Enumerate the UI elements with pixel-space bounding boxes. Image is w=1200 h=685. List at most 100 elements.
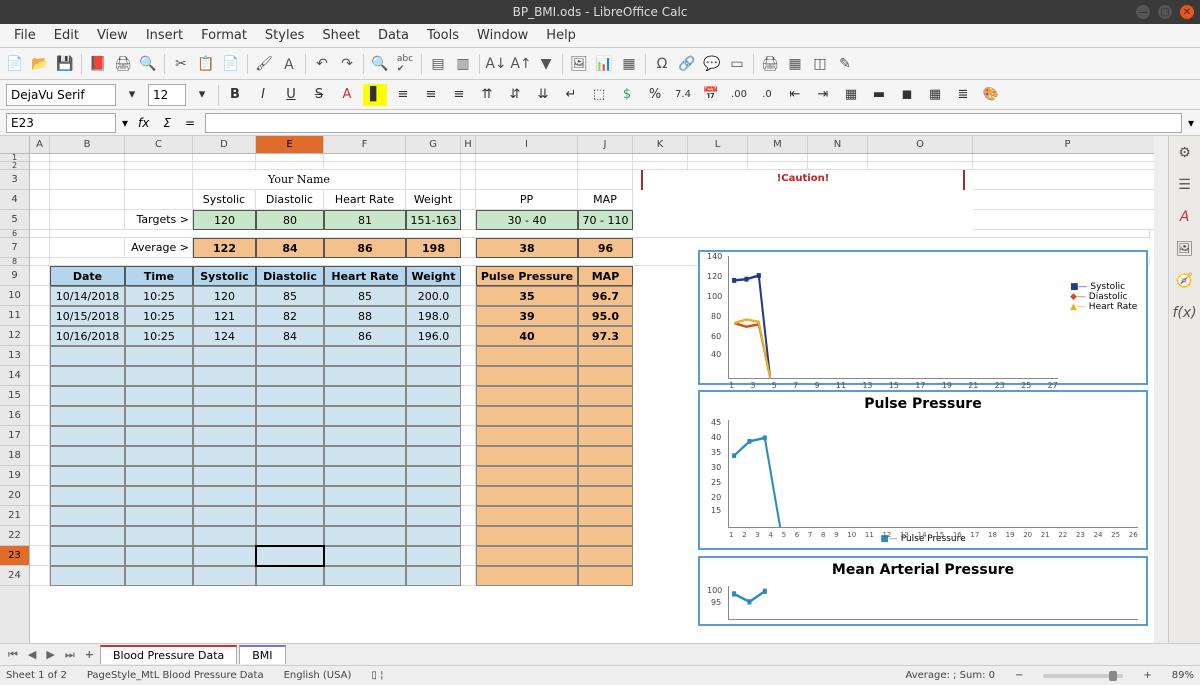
status-language[interactable]: English (USA): [284, 670, 352, 681]
cond-format-icon[interactable]: ≣: [951, 84, 975, 106]
col-icon[interactable]: ▥: [452, 53, 474, 75]
undo-icon[interactable]: ↶: [311, 53, 333, 75]
cellref-dropdown-icon[interactable]: ▾: [122, 116, 128, 130]
font-name-input[interactable]: [6, 84, 116, 106]
insert-chart-icon[interactable]: 📊: [593, 53, 615, 75]
cell-reference-input[interactable]: [6, 113, 116, 133]
add-decimal-icon[interactable]: .00: [727, 84, 751, 106]
menu-view[interactable]: View: [89, 26, 136, 45]
font-color-icon[interactable]: A: [335, 84, 359, 106]
spellcheck-icon[interactable]: abc✔: [394, 53, 416, 75]
menu-format[interactable]: Format: [193, 26, 255, 45]
chart-pp[interactable]: Pulse Pressure 45 40 35 30 25 20 15: [698, 390, 1148, 550]
sidebar-navigator-icon[interactable]: 🧭: [1174, 270, 1196, 292]
underline-button[interactable]: U: [279, 84, 303, 106]
align-mid-icon[interactable]: ⇵: [503, 84, 527, 106]
sum-icon[interactable]: Σ: [159, 116, 175, 130]
function-wizard-icon[interactable]: fx: [134, 116, 153, 130]
tab-add-icon[interactable]: +: [81, 648, 98, 661]
align-left-icon[interactable]: ≡: [391, 84, 415, 106]
print-preview-icon[interactable]: 🔍: [137, 53, 159, 75]
comment-icon[interactable]: 💬: [701, 53, 723, 75]
export-pdf-icon[interactable]: 📕: [87, 53, 109, 75]
autofilter-icon[interactable]: ▼: [535, 53, 557, 75]
sidebar-gallery-icon[interactable]: 🖼: [1174, 238, 1196, 260]
draw-icon[interactable]: ✎: [834, 53, 856, 75]
status-insert-mode[interactable]: ▯ ¦: [371, 670, 383, 681]
autoformat-icon[interactable]: ▦: [923, 84, 947, 106]
pivot-icon[interactable]: ▦: [618, 53, 640, 75]
menu-edit[interactable]: Edit: [46, 26, 87, 45]
row-icon[interactable]: ▤: [427, 53, 449, 75]
menu-styles[interactable]: Styles: [257, 26, 312, 45]
minimize-icon[interactable]: —: [1136, 5, 1150, 19]
menu-window[interactable]: Window: [469, 26, 536, 45]
vertical-scrollbar[interactable]: [1154, 136, 1168, 643]
align-top-icon[interactable]: ⇈: [475, 84, 499, 106]
font-name-dropdown-icon[interactable]: ▾: [120, 84, 144, 106]
menu-tools[interactable]: Tools: [419, 26, 467, 45]
tab-bmi[interactable]: BMI: [239, 645, 285, 664]
open-icon[interactable]: 📂: [29, 53, 51, 75]
spreadsheet-area[interactable]: 12 345 6 7 8 9101112 13141516 17181920 2…: [0, 136, 1168, 643]
hyperlink-icon[interactable]: 🔗: [676, 53, 698, 75]
tab-last-icon[interactable]: ⏭: [61, 648, 79, 662]
print-icon[interactable]: 🖨: [112, 53, 134, 75]
sidebar-styles-icon[interactable]: A: [1174, 206, 1196, 228]
font-size-dropdown-icon[interactable]: ▾: [190, 84, 214, 106]
menu-data[interactable]: Data: [370, 26, 417, 45]
equals-icon[interactable]: =: [181, 116, 199, 130]
wrap-icon[interactable]: ↵: [559, 84, 583, 106]
tab-blood-pressure[interactable]: Blood Pressure Data: [100, 645, 237, 664]
del-decimal-icon[interactable]: .0: [755, 84, 779, 106]
clone-format-icon[interactable]: 🖌: [253, 53, 275, 75]
save-icon[interactable]: 💾: [54, 53, 76, 75]
number-icon[interactable]: 7.4: [671, 84, 695, 106]
menu-insert[interactable]: Insert: [138, 26, 191, 45]
tab-first-icon[interactable]: ⏮: [4, 648, 22, 662]
chart-bp[interactable]: 140 120 100 80 60 40: [698, 250, 1148, 385]
sidebar-functions-icon[interactable]: f(x): [1174, 302, 1196, 324]
menu-help[interactable]: Help: [538, 26, 584, 45]
date-icon[interactable]: 📅: [699, 84, 723, 106]
row-headers[interactable]: 12 345 6 7 8 9101112 13141516 17181920 2…: [0, 136, 30, 643]
align-right-icon[interactable]: ≡: [447, 84, 471, 106]
formula-expand-icon[interactable]: ▾: [1188, 116, 1194, 130]
themes-icon[interactable]: 🎨: [979, 84, 1003, 106]
zoom-slider[interactable]: [1043, 674, 1123, 678]
sort-desc-icon[interactable]: A↑: [510, 53, 532, 75]
sort-asc-icon[interactable]: A↓: [485, 53, 507, 75]
chart-map[interactable]: Mean Arterial Pressure 100 95: [698, 556, 1148, 626]
tab-next-icon[interactable]: ▶: [42, 648, 58, 661]
zoom-in-icon[interactable]: +: [1143, 670, 1151, 681]
percent-icon[interactable]: %: [643, 84, 667, 106]
special-char-icon[interactable]: Ω: [651, 53, 673, 75]
inc-indent-icon[interactable]: ⇥: [811, 84, 835, 106]
define-print-icon[interactable]: 🖨: [759, 53, 781, 75]
freeze-icon[interactable]: ▦: [784, 53, 806, 75]
clear-format-icon[interactable]: Ａ: [278, 53, 300, 75]
paste-icon[interactable]: 📄: [220, 53, 242, 75]
borders-icon[interactable]: ▦: [839, 84, 863, 106]
headers-icon[interactable]: ▭: [726, 53, 748, 75]
zoom-out-icon[interactable]: −: [1015, 670, 1023, 681]
tab-prev-icon[interactable]: ◀: [24, 648, 40, 661]
split-icon[interactable]: ◫: [809, 53, 831, 75]
column-headers[interactable]: ABCD EFGH IJKL MNOP: [30, 136, 1168, 154]
font-size-input[interactable]: [148, 84, 186, 106]
highlight-icon[interactable]: ▋: [363, 84, 387, 106]
insert-image-icon[interactable]: 🖼: [568, 53, 590, 75]
cut-icon[interactable]: ✂: [170, 53, 192, 75]
italic-button[interactable]: I: [251, 84, 275, 106]
border-color-icon[interactable]: ◼: [895, 84, 919, 106]
maximize-icon[interactable]: □: [1158, 5, 1172, 19]
border-style-icon[interactable]: ▬: [867, 84, 891, 106]
merge-icon[interactable]: ⬚: [587, 84, 611, 106]
status-zoom[interactable]: 89%: [1172, 670, 1194, 681]
formula-input[interactable]: [205, 113, 1182, 133]
bold-button[interactable]: B: [223, 84, 247, 106]
menu-file[interactable]: File: [6, 26, 44, 45]
menu-sheet[interactable]: Sheet: [314, 26, 368, 45]
currency-icon[interactable]: $: [615, 84, 639, 106]
copy-icon[interactable]: 📋: [195, 53, 217, 75]
